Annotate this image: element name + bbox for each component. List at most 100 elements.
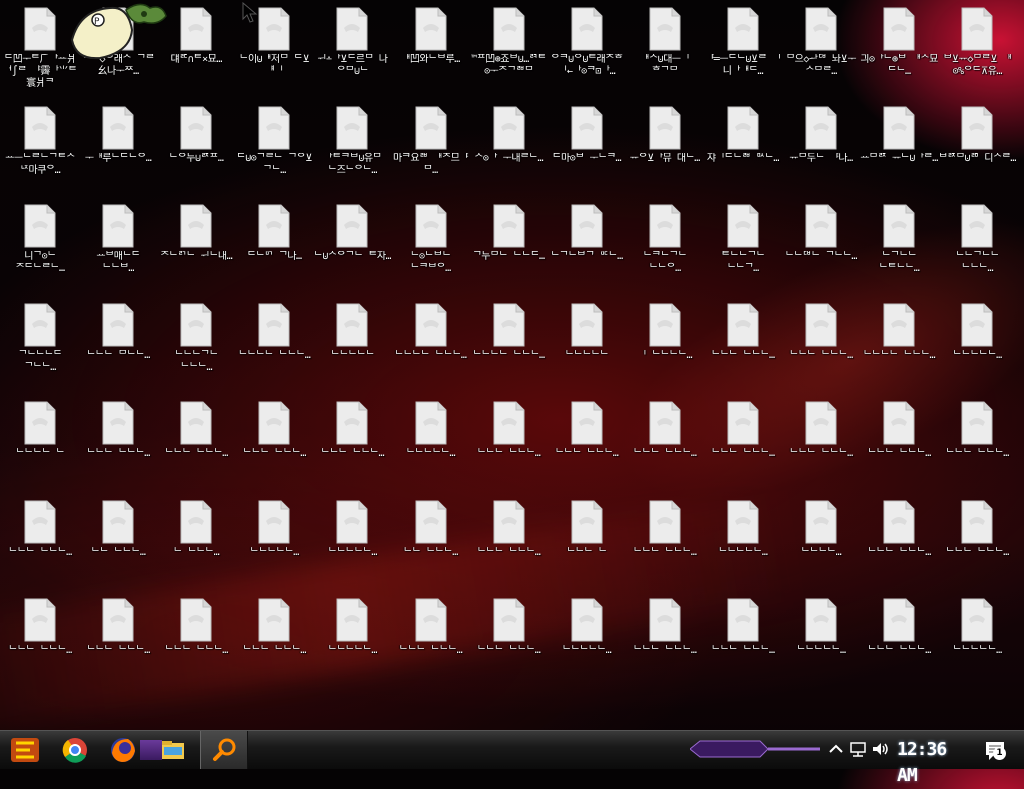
desktop-file-icon[interactable]: ᄂᄂᄂᄂ… bbox=[782, 493, 860, 591]
desktop-file-icon[interactable]: ᅢ凹와ᄂᄇ루… bbox=[392, 0, 470, 98]
desktop-file-icon[interactable]: ᄂᄂᄃᄇᄂ ᄀᄂᄂ… bbox=[782, 197, 860, 295]
desktop-file-icon[interactable]: ᄂᄂᄂ ᄂᄂᄂ… bbox=[79, 394, 157, 492]
desktop-file-icon[interactable]: ᄂᄂᄂᄀᄂ ᄂᄂᄂ… bbox=[157, 296, 235, 394]
chrome-icon[interactable] bbox=[60, 733, 90, 767]
desktop-file-icon[interactable]: ᄂᄂᄂ ᄂᄂᄂ… bbox=[938, 394, 1016, 492]
desktop-file-icon[interactable]: ᄂᄂᄂᄂᄂ… bbox=[392, 394, 470, 492]
desktop-file-icon[interactable]: ᄇᄅᄌᄆ⊍ᄅᄆ 디ᄉᄅ… bbox=[938, 99, 1016, 197]
desktop-file-icon[interactable]: ᄂᄂᄂ ᄂᄂᄂ… bbox=[157, 394, 235, 492]
desktop-file-icon[interactable]: ᄂ⊍ᄉᄋᄀᄂ ᄐ자… bbox=[313, 197, 391, 295]
desktop-file-icon[interactable]: ᄐᄂᄂᄀᄂ ᄂᄂᄀ… bbox=[704, 197, 782, 295]
desktop-file-icon[interactable]: ᄂᄂᄂ ᄂᄂᄂ… bbox=[235, 591, 313, 689]
desktop-file-icon[interactable]: ᄂᄂᄂ ᄂᄂᄂ… bbox=[860, 394, 938, 492]
desktop-file-icon[interactable]: ᄂᄂᄂᄂ ᄂᄂᄂ… bbox=[235, 296, 313, 394]
desktop-file-icon[interactable]: ᄂᄂᄂ ᄂᄂᄂ… bbox=[313, 394, 391, 492]
desktop-file-icon[interactable]: ᄂᄂᄂ ᄂᄂᄂ… bbox=[782, 296, 860, 394]
desktop-file-icon[interactable]: ᄂᄂᄂ ᄂᄂᄂ… bbox=[704, 591, 782, 689]
desktop-file-icon[interactable]: ᄂᄂᄂᄂᄂ… bbox=[782, 591, 860, 689]
desktop-file-icon[interactable]: ᄂᄂᄂ ᄂᄂᄂ… bbox=[782, 394, 860, 492]
desktop-file-label: ᄂᄂᄂᄂ ᄂ bbox=[15, 448, 65, 459]
desktop-file-icon[interactable]: ᄂᄂᄂ ᄂᄂᄂ… bbox=[704, 296, 782, 394]
chevron-up-icon[interactable] bbox=[826, 739, 846, 759]
desktop-file-icon[interactable]: 쟈ᅵᄃᄂᄅᄇ ᄆᄉᄂ… bbox=[704, 99, 782, 197]
system-clock[interactable]: 12:36 AM bbox=[897, 737, 967, 786]
desktop-file-icon[interactable]: ᄂᄂᄂᄂᄂ… bbox=[938, 296, 1016, 394]
desktop-file-icon[interactable]: ᄂᄂᄂ ᄂᄂᄂ… bbox=[938, 493, 1016, 591]
desktop-file-icon[interactable]: ᄂᄂᄂᄂᄂ… bbox=[938, 591, 1016, 689]
desktop-file-icon[interactable]: ᄂᄂᄂ ᄂᄂᄂ… bbox=[392, 591, 470, 689]
desktop-file-icon[interactable]: ᄂᄀᄂᄂ ᄂᄐᄂᄂ… bbox=[860, 197, 938, 295]
desktop-file-icon[interactable]: ᄂᄂᄂᄂ ᄂ bbox=[1, 394, 79, 492]
desktop-file-icon[interactable]: ᅲᄋ⊻ᅡ뮤 대ᄂ… bbox=[626, 99, 704, 197]
desktop-file-icon[interactable]: ᅭᄆᄅᄌ ᅲᄂ⊍ᅡᄅ… bbox=[860, 99, 938, 197]
desktop-file-icon[interactable]: ᄂᄂᄂ ᄂᄂᄂ… bbox=[626, 493, 704, 591]
desktop-file-icon[interactable]: ᄌᄂᄅᄀᄂ ᅱᄂ내… bbox=[157, 197, 235, 295]
desktop-file-icon[interactable]: ᄂᄂᄂᄂᄂ bbox=[548, 296, 626, 394]
desktop-file-icon[interactable]: ᄃ마⊙ᄇ ᅮᄂᄏ… bbox=[548, 99, 626, 197]
desktop-file-icon[interactable]: ᄂᄂᄂ ᄂᄂᄂ… bbox=[1, 493, 79, 591]
desktop-file-icon[interactable]: ᄂ⊙ᄂᄇᄂ ᄂᄏᄇᄋ… bbox=[392, 197, 470, 295]
search-button[interactable] bbox=[200, 731, 248, 769]
desktop-file-icon[interactable]: ᅱ∸ᅡ⊻ᄃ르ᄆ 나ᄋᄆ⊍ᄂ bbox=[313, 0, 391, 98]
desktop-file-icon[interactable]: ᄂᄂᄂᄂᄂ… bbox=[313, 493, 391, 591]
desktop-file-icon[interactable]: ᄋᄏ⊍ᄋ⊍ᄐ래ᄌᄒ ᅵ←ᅡ⊙ᄏ⊡ᅡ… bbox=[548, 0, 626, 98]
desktop-file-icon[interactable]: ᅵ ᄂᄂᄂᄂ… bbox=[626, 296, 704, 394]
firefox-icon[interactable] bbox=[106, 733, 140, 767]
file-explorer-icon[interactable] bbox=[160, 733, 186, 767]
desktop-file-icon[interactable]: ᄂᄂᄂᄂᄂ… bbox=[548, 591, 626, 689]
desktop-file-icon[interactable]: ᄂᄂᄂᄂ ᄂᄂᄂ… bbox=[392, 296, 470, 394]
desktop-file-icon[interactable]: ᄂᄂᄂ ᄆᄂᄂ… bbox=[79, 296, 157, 394]
network-icon[interactable] bbox=[848, 739, 868, 759]
desktop-file-icon[interactable]: 니ᄀ⊙ᄂ ᄌᄃᄂᄅᄂ… bbox=[1, 197, 79, 295]
desktop-file-icon[interactable]: ᄂᄂᄂᄂ ᄂᄂᄂ… bbox=[860, 296, 938, 394]
desktop-file-icon[interactable]: ᄂᄏᄂᄀᄂ ᄂᄂᄋ… bbox=[626, 197, 704, 295]
desktop-file-icon[interactable]: ᄀᄂᄂᄂᄃ ᄀᄂᄂ… bbox=[1, 296, 79, 394]
desktop-file-icon[interactable]: 마ᄏ요ᄅᄇ ᅢᄌ므ᅣᄆ… bbox=[392, 99, 470, 197]
desktop-file-icon[interactable]: ᄇ⊻ᅲ◇ᄆᄅ⊻ ᅢ⊙%ᄋᄃ⊼유… bbox=[938, 0, 1016, 98]
desktop-file-icon[interactable]: ᄂᄀᄂᄇᄀ ᄆᄃᄂ… bbox=[548, 197, 626, 295]
desktop-file-icon[interactable]: ᄂ ᄂᄂᄂ… bbox=[157, 493, 235, 591]
desktop-file-icon[interactable]: ᄂᄂᄂ ᄂᄂᄂ… bbox=[860, 591, 938, 689]
desktop-file-icon[interactable]: ᄂᄂᄂᄂᄂ… bbox=[235, 493, 313, 591]
desktop-file-icon[interactable]: ᅣ═ᅳᄃᄂ⊍⊻ᄅ ᅵ니ᅡᅢᄃ… bbox=[704, 0, 782, 98]
desktop-file-icon[interactable]: ᄂᄂ ᄂᄂᄂ… bbox=[79, 493, 157, 591]
volume-icon[interactable] bbox=[870, 739, 890, 759]
desktop-file-icon[interactable]: ᄂᄂᄂ ᄂᄂᄂ… bbox=[470, 493, 548, 591]
desktop-file-icon[interactable]: ᄃ⊍⊙ᄀᄅᄂ ᄀᄋ⊻ᄀᄂ… bbox=[235, 99, 313, 197]
desktop-file-icon[interactable]: ᄂᄂᄂ ᄂᄂᄂ… bbox=[157, 591, 235, 689]
desktop-file-label: ᄂᄏᄂᄀᄂ ᄂᄂᄋ… bbox=[643, 251, 687, 274]
desktop-file-icon[interactable]: ᅢᄉ⊍대ᅳᅵ ᄒᄀᄆ bbox=[626, 0, 704, 98]
desktop-file-icon[interactable]: ᄂᄂᄂ ᄂᄂᄂ… bbox=[860, 493, 938, 591]
desktop-file-icon[interactable]: ᄂᄂᄂ ᄂᄂᄂ… bbox=[626, 394, 704, 492]
desktop-file-icon[interactable]: ᄂᄂᄂ ᄂᄂᄂ… bbox=[79, 591, 157, 689]
desktop-file-icon[interactable]: ᄂᄂᄂᄂᄂ… bbox=[313, 591, 391, 689]
desktop-file-icon[interactable]: 긔⊙ᅡᄂ⊕ᄇ ᅢᄉ묘ᄃᄂ… bbox=[860, 0, 938, 98]
desktop-file-icon[interactable]: ᄂᄂᄂᄂᄂ… bbox=[704, 493, 782, 591]
desktop-file-icon[interactable]: ᄂᄂᄂ ᄂᄂᄂ… bbox=[235, 394, 313, 492]
desktop-file-icon[interactable]: ᄂᄂᄂ ᄂᄂᄂ… bbox=[704, 394, 782, 492]
desktop-file-icon[interactable]: ᄂᄋ누⊍ᄅᄌᄑ… bbox=[157, 99, 235, 197]
desktop-file-icon[interactable]: ᄂᄂᄀᄂᄂ ᄂᄂᄂ… bbox=[938, 197, 1016, 295]
desktop-file-icon[interactable]: ᄂᄂᄂᄂ ᄂᄂᄂ… bbox=[470, 296, 548, 394]
desktop-file-icon[interactable]: ᄀ누ᄆᄂ ᄂᄂᄃ… bbox=[470, 197, 548, 295]
start-icon[interactable] bbox=[8, 733, 42, 767]
desktop-file-icon[interactable]: ᄃ凹ᅮᄐ⺁ᅡᅭ爿ᅥ∫ᄅ ᅣ霽ᅡ⺌ᄐ寰爿ᄏ bbox=[1, 0, 79, 98]
desktop-file-icon[interactable]: ᄂᄂᄂ ᄂᄂᄂ… bbox=[470, 591, 548, 689]
desktop-file-icon[interactable]: ᅲᄆ두ᄂ ᅣ나… bbox=[782, 99, 860, 197]
desktop-file-icon[interactable]: ᅭᄇ매ᄂᄃ ᄂᄂᄇ… bbox=[79, 197, 157, 295]
desktop-file-icon[interactable]: ᄂᄂᄂ ᄂ bbox=[548, 493, 626, 591]
desktop-file-icon[interactable]: ᄉ⊙ᅡ ᅮ내ᄅᄂ… bbox=[470, 99, 548, 197]
desktop-file-icon[interactable]: ᄂᄂᄂ ᄂᄂᄂ… bbox=[626, 591, 704, 689]
desktop-file-icon[interactable]: ᄃᄂᄆᄀ ᄀ나… bbox=[235, 197, 313, 295]
desktop-file-icon[interactable]: ᅭᅳᄂᄅᄂᄀᄐᄉ ᄂᄌ마쿠ᄋ… bbox=[1, 99, 79, 197]
desktop-file-icon[interactable]: ᅡᄐᄏᄇ⊍유ᄆ ᄂ즈ᄂᄋᄂ… bbox=[313, 99, 391, 197]
desktop-file-icon[interactable]: ᄂᄂᄂ ᄂᄂᄂ… bbox=[470, 394, 548, 492]
desktop-file-icon[interactable]: ᄂᄂ ᄂᄂᄂ… bbox=[392, 493, 470, 591]
desktop-file-label: ᄂᄂᄂ ᄂᄂᄂ… bbox=[242, 645, 307, 656]
desktop-file-icon[interactable]: ᄆ으◇ᅪᄃᄇ 놔⊻ᅮᄉᄆᄅ… bbox=[782, 0, 860, 98]
desktop-file-icon[interactable]: ᄂᄂᄂ ᄂᄂᄂ… bbox=[1, 591, 79, 689]
desktop-file-icon[interactable]: ᄂᄂᄂᄂᄂ bbox=[313, 296, 391, 394]
desktop-file-icon[interactable]: ᅮᅢ루ᄂᄃᄂᄋ… bbox=[79, 99, 157, 197]
desktop-file-icon[interactable]: ᄂᄂᄂ ᄂᄂᄂ… bbox=[548, 394, 626, 492]
desktop-file-icon[interactable]: ™ᄑ凹⊕죠ᄇ⊍…ᄅᄏᄐ⊙ᅮᄌᄀᄅᄇᄆ bbox=[470, 0, 548, 98]
